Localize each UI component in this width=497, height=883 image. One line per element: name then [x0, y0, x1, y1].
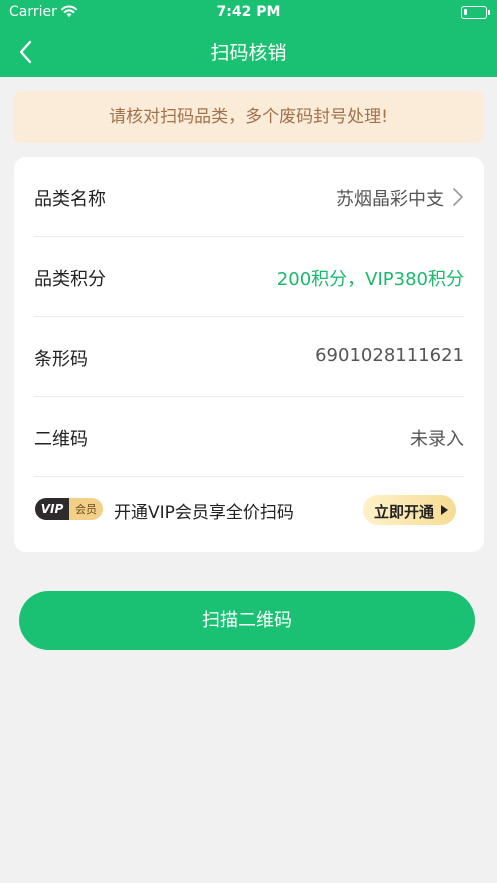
qrcode-row: 二维码 未录入 — [34, 397, 464, 477]
battery-icon — [461, 6, 490, 19]
warning-notice: 请核对扫码品类，多个废码封号处理! — [13, 91, 484, 143]
vip-promo-text: 开通VIP会员享全价扫码 — [114, 503, 294, 523]
vip-badge-member: 会员 — [69, 498, 103, 520]
category-points-row: 品类积分 200积分，VIP380积分 — [34, 237, 464, 317]
app-header: Carrier 7:42 PM 扫码核销 — [0, 0, 497, 77]
vip-promo-row: VIP 会员 开通VIP会员享全价扫码 立即开通 — [34, 479, 464, 539]
qrcode-label: 二维码 — [34, 429, 88, 450]
open-vip-button[interactable]: 立即开通 — [363, 495, 456, 525]
category-points-label: 品类积分 — [34, 269, 106, 290]
status-bar: Carrier 7:42 PM — [0, 0, 497, 26]
vip-badge: VIP 会员 — [35, 498, 103, 520]
open-vip-button-label: 立即开通 — [374, 503, 435, 521]
vip-badge-label: VIP — [35, 498, 69, 520]
barcode-label: 条形码 — [34, 349, 88, 370]
category-name-value: 苏烟晶彩中支 — [336, 189, 444, 210]
barcode-row: 条形码 6901028111621 — [34, 317, 464, 397]
status-time: 7:42 PM — [216, 4, 281, 20]
scan-detail-card: 品类名称 苏烟晶彩中支 品类积分 200积分，VIP380积分 条形码 6901… — [14, 157, 484, 552]
page-title: 扫码核销 — [210, 42, 287, 64]
category-name-row[interactable]: 品类名称 苏烟晶彩中支 — [34, 157, 464, 237]
category-points-value: 200积分，VIP380积分 — [276, 269, 464, 290]
qrcode-value: 未录入 — [410, 429, 464, 450]
divider — [34, 476, 464, 477]
scan-qrcode-button[interactable]: 扫描二维码 — [19, 591, 475, 650]
play-arrow-icon — [441, 505, 448, 515]
barcode-value: 6901028111621 — [315, 345, 464, 366]
chevron-right-icon — [453, 188, 463, 206]
category-name-label: 品类名称 — [34, 189, 106, 210]
